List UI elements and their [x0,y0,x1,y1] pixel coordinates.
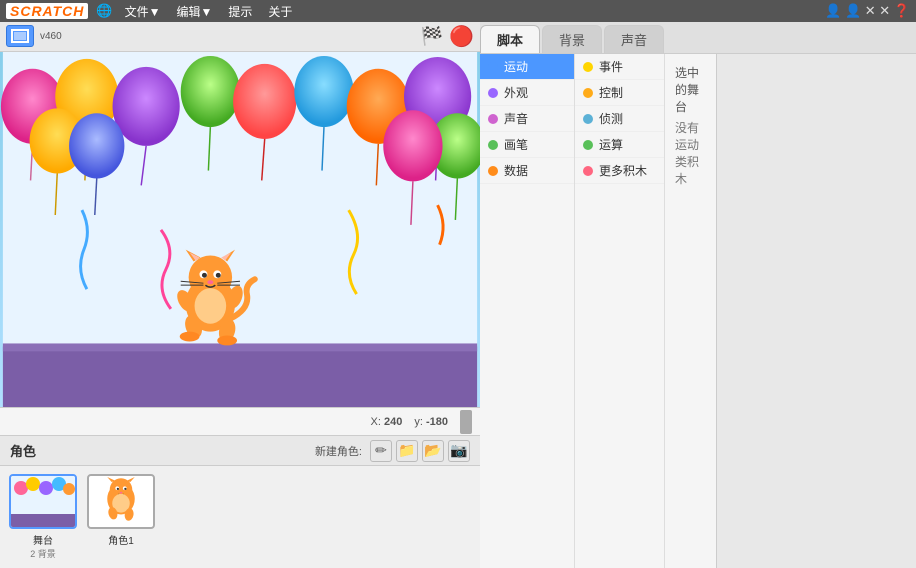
cat-events[interactable]: 事件 [575,54,664,80]
scroll-handle[interactable] [460,410,472,434]
sprite-header: 角色 新建角色: ✏ 📁 📂 📷 [0,436,480,466]
cat-motion[interactable]: 运动 [480,54,574,80]
script-tabs: 脚本 背景 声音 [480,22,916,54]
sprite-list: 舞台 2 背景 [0,466,480,568]
cat-dot-motion [488,62,498,72]
cat-dot-sound [488,114,498,124]
version-label: v460 [40,31,62,42]
script-area: 脚本 背景 声音 运动 外观 声音 [480,22,916,568]
blocks-info: 选中的舞台 没有运动类积木 [665,54,716,568]
cat-control[interactable]: 控制 [575,80,664,106]
tab-scripts[interactable]: 脚本 [480,25,540,53]
category-list-right: 事件 控制 侦测 运算 更多积木 [575,54,665,568]
cat-dot-looks [488,88,498,98]
draw-sprite-button[interactable]: ✏ [370,440,392,462]
stage-canvas [0,52,480,408]
cat-looks[interactable]: 外观 [480,80,574,106]
stop-button[interactable]: 🔴 [449,24,474,49]
sprite-area: 角色 新建角色: ✏ 📁 📂 📷 [0,435,480,568]
user-icons: 👤 👤 ✕ ✕ ❓ [825,3,910,19]
sprite-thumb-stage [9,474,77,529]
green-flag-button[interactable]: 🏁 [421,26,443,47]
category-list-left: 运动 外观 声音 画笔 数据 [480,54,575,568]
tab-sounds[interactable]: 声音 [604,25,664,53]
stage-sprite-sub: 2 背景 [30,547,56,560]
stage-sprite-name: 舞台 [33,532,53,547]
selected-stage-label: 选中的舞台 [675,64,706,115]
stage-view-button[interactable] [6,25,34,47]
cat-dot-data [488,166,498,176]
stage-toolbar: v460 🏁 🔴 [0,22,480,52]
cat-operators[interactable]: 运算 [575,132,664,158]
cat-dot-more [583,166,593,176]
edit-sprite-button[interactable]: 📁 [396,440,418,462]
cat-more-blocks[interactable]: 更多积木 [575,158,664,184]
y-label: y: -180 [414,416,448,428]
sprite-area-label: 角色 [10,441,36,460]
new-sprite-label: 新建角色: [315,443,362,459]
surprise-sprite-button[interactable]: 📂 [422,440,444,462]
x-label: X: 240 [371,416,403,428]
cat-sensing[interactable]: 侦测 [575,106,664,132]
menubar: SCRATCH 🌐 文件▼ 编辑▼ 提示 关于 👤 👤 ✕ ✕ ❓ [0,0,916,22]
cat-dot-pen [488,140,498,150]
no-motion-blocks-desc: 没有运动类积木 [675,119,706,187]
script-editor[interactable] [716,54,916,568]
cat-dot-events [583,62,593,72]
tab-backgrounds[interactable]: 背景 [542,25,602,53]
menu-about[interactable]: 关于 [264,3,296,20]
stage-info: X: 240 y: -180 [0,407,480,435]
blocks-palette: 运动 外观 声音 画笔 数据 [480,54,916,568]
menu-file[interactable]: 文件▼ [121,3,165,20]
globe-icon[interactable]: 🌐 [96,3,112,19]
menu-tips[interactable]: 提示 [224,3,256,20]
camera-sprite-button[interactable]: 📷 [448,440,470,462]
sprite-item-stage[interactable]: 舞台 2 背景 [8,474,78,560]
cat-sound[interactable]: 声音 [480,106,574,132]
scratch-logo: SCRATCH [6,3,88,19]
sprite-thumb-cat [87,474,155,529]
sprite-item-cat[interactable]: 角色1 [86,474,156,547]
cat-sprite-name: 角色1 [108,532,134,547]
cat-dot-operators [583,140,593,150]
cat-dot-sensing [583,114,593,124]
menu-edit[interactable]: 编辑▼ [172,3,216,20]
cat-data[interactable]: 数据 [480,158,574,184]
cat-dot-control [583,88,593,98]
cat-pen[interactable]: 画笔 [480,132,574,158]
